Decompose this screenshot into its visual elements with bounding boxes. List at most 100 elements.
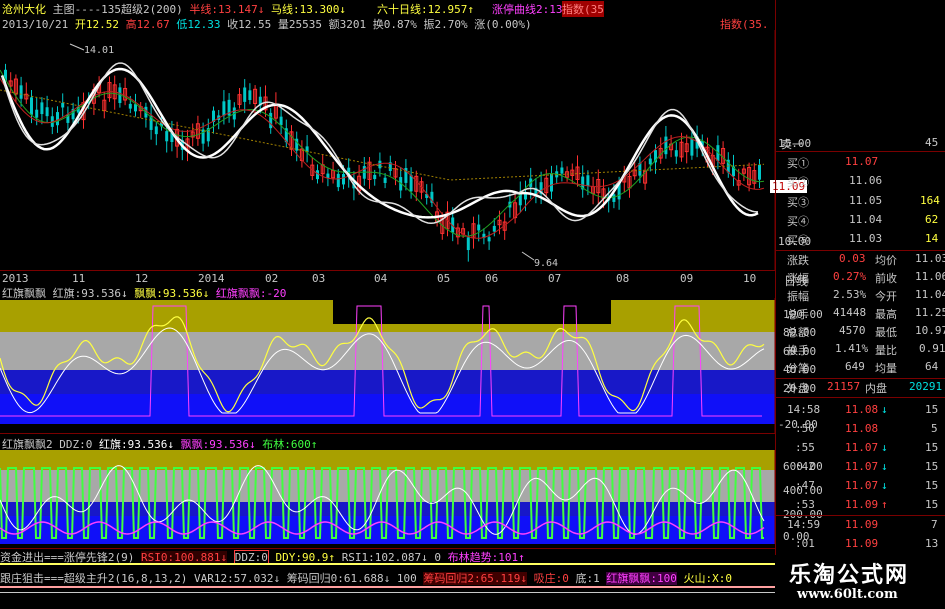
quote-side-panel: 卖一 45 买① 11.07 买② 11.06 买③ 11.05 164 买④ … (775, 0, 945, 560)
bid-row-3: 买③ 11.05 164 (775, 194, 945, 211)
tick-arrow: ↓ (881, 479, 888, 492)
stats-row: 总手 41448 最高 11.25 (775, 306, 945, 323)
bottom-indicator-bar-2[interactable]: 跟庄狙击===超级主升2(16,8,13,2) VAR12:57.032↓ 筹码… (0, 570, 775, 585)
b2-c: 筹码回归0:61.688↓ (286, 572, 391, 585)
ma3-value: 六十日线:12.957↑ (377, 3, 474, 16)
x-tick: 12 (135, 272, 149, 285)
bid-label: 买④ (787, 215, 809, 228)
stat-value: 1.41% (835, 342, 869, 355)
book-divider-5 (775, 515, 945, 516)
stat-value: 0.03 (839, 252, 866, 265)
tick-row: :42 11.07 ↓ 15 (775, 460, 945, 477)
stat-value: 64 (925, 360, 939, 373)
x-tick: 10 (743, 272, 757, 285)
header-line1: 沧州大化 主图----135超级2(200) 半线:13.147↓ 马线:13.… (2, 1, 604, 17)
indicator-panel-2[interactable] (0, 450, 775, 544)
brand-watermark: 乐淘公式网 www.60lt.com (775, 555, 945, 609)
stat-label: 前收 (875, 272, 897, 285)
chart-formula-name[interactable]: 主图----135超级2(200) (53, 3, 183, 16)
stat-value: 11.25 (915, 306, 945, 319)
candle-body (269, 112, 273, 129)
b2-h: 红旗飘飘:100 (606, 572, 677, 585)
x-tick: 07 (548, 272, 562, 285)
stats-row: 换手 1.41% 量比 0.91 (775, 342, 945, 359)
tick-price: 11.09 (845, 498, 879, 511)
stats-row: 振幅 2.53% 今开 11.04 (775, 288, 945, 305)
tick-time: :42 (795, 460, 815, 473)
x-tick: 06 (485, 272, 499, 285)
candle-body (409, 175, 413, 192)
indicator-panel-1[interactable] (0, 298, 775, 433)
candle-body (248, 90, 252, 100)
candle-body (492, 225, 496, 232)
bottom-indicator-bar-1[interactable]: 资金进出===涨停先锋2(9) RSI0:100.881↓ DDZ:0 DDY:… (0, 548, 775, 565)
stat-label: 总额 (787, 326, 809, 339)
tick-price: 11.08 (845, 403, 879, 416)
tick-price: 11.09 (845, 537, 879, 550)
tick-row: 14:59 11.09 7 (775, 518, 945, 535)
low-price-label: 9.64 (534, 258, 558, 269)
candlestick-chart[interactable]: 14.01 9.64 (0, 30, 775, 270)
candle-body (612, 194, 616, 202)
tick-vol: 5 (931, 422, 938, 435)
inner-value: 20291 (909, 380, 943, 393)
stat-value: 649 (845, 360, 865, 373)
candle-body (383, 177, 387, 183)
index-label: 指数(35 (562, 1, 604, 17)
tick-row: :53 11.09 ↑ 15 (775, 498, 945, 515)
x-tick: 03 (312, 272, 326, 285)
bid-price: 11.06 (849, 174, 883, 187)
stat-label: 分笔 (787, 362, 809, 375)
brand-name: 乐淘公式网 (789, 563, 910, 588)
candle-body (40, 102, 44, 115)
tick-row: :47 11.07 ↓ 15 (775, 479, 945, 496)
bid-row-2: 买② 11.06 (775, 174, 945, 191)
candle-body (165, 131, 169, 142)
bid-row-5: 买⑤ 11.03 14 (775, 232, 945, 249)
high-price-label: 14.01 (84, 45, 114, 56)
candle-body (19, 85, 23, 99)
stat-value: 11.04 (915, 288, 945, 301)
candle-body (690, 138, 694, 156)
candle-body (154, 126, 158, 135)
bid-label: 买② (787, 176, 809, 189)
stock-name[interactable]: 沧州大化 (2, 3, 46, 16)
stat-value: 2.53% (833, 288, 867, 301)
tick-row: 14:58 11.08 ↓ 15 (775, 403, 945, 420)
candle-body (56, 112, 59, 126)
tick-time: 14:58 (787, 403, 821, 416)
tick-row: :50 11.08 5 (775, 422, 945, 439)
tick-time: 14:59 (787, 518, 821, 531)
bid-price: 11.05 (849, 194, 883, 207)
tick-vol: 13 (925, 537, 939, 550)
bid-price: 11.04 (849, 213, 883, 226)
candle-body (35, 109, 39, 118)
tick-price: 11.07 (845, 441, 879, 454)
bid-row-4: 买④ 11.04 62 (775, 213, 945, 230)
candle-body (61, 102, 65, 108)
brand-url[interactable]: www.60lt.com (797, 587, 898, 602)
low-price-pointer (521, 251, 535, 261)
candle-body (674, 150, 678, 157)
tick-vol: 7 (931, 518, 938, 531)
b2-b: VAR12:57.032↓ (193, 572, 281, 585)
band-blue (0, 394, 775, 424)
candle-body (664, 136, 668, 155)
candles-layer (4, 63, 761, 262)
stat-value: 11.06 (915, 270, 945, 283)
bid-row-1: 买① 11.07 (775, 155, 945, 172)
stat-label: 最高 (875, 308, 897, 321)
b2-g: 底:1 (575, 572, 600, 585)
ma1-value: 半线:13.147↓ (189, 3, 265, 16)
stats-row: 总额 4570 最低 10.97 (775, 324, 945, 341)
tick-time: :55 (795, 441, 815, 454)
candle-body (487, 237, 491, 242)
candle-body (336, 173, 340, 188)
candle-body (550, 173, 553, 192)
candle-body (758, 164, 761, 180)
candle-body (128, 103, 132, 109)
tick-row: :01 11.09 13 (775, 537, 945, 554)
stat-label: 换手 (787, 344, 809, 357)
b2-i: 火山:X:0 (683, 572, 733, 585)
tick-time: :01 (795, 537, 815, 550)
